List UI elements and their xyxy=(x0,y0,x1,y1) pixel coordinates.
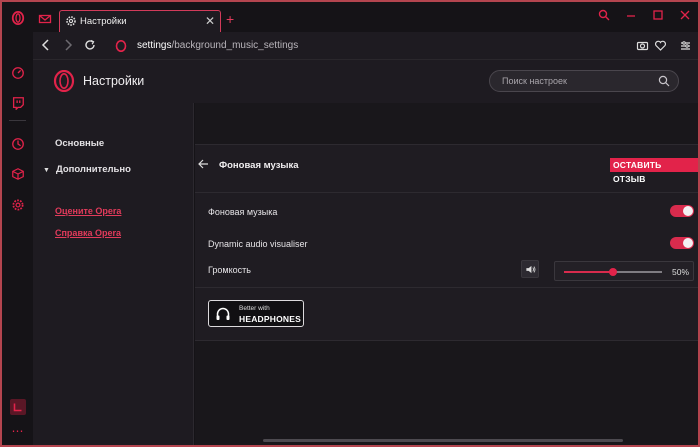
mail-icon[interactable] xyxy=(38,12,52,26)
background-music-toggle[interactable] xyxy=(670,205,694,217)
maximize-icon[interactable] xyxy=(652,9,664,21)
sidebar-item-label: Основные xyxy=(55,138,105,149)
headphones-icon xyxy=(216,307,230,320)
tab-title: Настройки xyxy=(80,16,127,27)
panel-header: Фоновая музыка ОСТАВИТЬ ОТЗЫВ xyxy=(195,145,698,193)
opera-logo-icon xyxy=(53,70,75,92)
history-icon[interactable] xyxy=(10,136,25,151)
settings-gear-icon[interactable] xyxy=(10,197,25,212)
sidebar-item-advanced[interactable]: ▼ Дополнительно xyxy=(43,164,131,175)
headphones-badge: Better with HEADPHONES xyxy=(208,300,304,327)
player-icon[interactable] xyxy=(10,399,26,415)
settings-header: Настройки Поиск настроек xyxy=(33,60,698,103)
tab-close-icon[interactable]: ✕ xyxy=(205,14,215,28)
url-path: /background_music_settings xyxy=(171,40,299,51)
minimize-icon[interactable] xyxy=(625,9,637,21)
badge-big-text: HEADPHONES xyxy=(239,314,301,324)
url-field[interactable]: settings/background_music_settings xyxy=(137,40,298,51)
opera-help-link[interactable]: Справка Opera xyxy=(55,228,121,238)
volume-value: 50% xyxy=(671,267,689,277)
sidebar-rail: ⋯ xyxy=(2,2,33,445)
volume-slider[interactable] xyxy=(564,268,662,276)
tab-settings[interactable]: Настройки ✕ xyxy=(59,10,221,32)
opera-menu-icon[interactable] xyxy=(10,10,25,25)
forward-icon[interactable] xyxy=(63,39,73,51)
search-input[interactable]: Поиск настроек xyxy=(489,70,679,92)
background-music-label: Фоновая музыка xyxy=(208,207,278,217)
audio-visualiser-label: Dynamic audio visualiser xyxy=(208,239,308,249)
feedback-button[interactable]: ОСТАВИТЬ ОТЗЫВ xyxy=(610,158,698,184)
speed-dial-icon[interactable] xyxy=(10,65,25,80)
volume-slider-fill xyxy=(564,271,613,273)
speaker-icon xyxy=(525,265,535,273)
divider xyxy=(195,287,698,288)
new-tab-button[interactable]: + xyxy=(226,11,234,27)
url-host: settings xyxy=(137,40,172,51)
volume-label: Громкость xyxy=(208,265,251,275)
search-placeholder: Поиск настроек xyxy=(502,76,567,86)
browser-window: ⋯ Настройки ✕ + settings/background_musi… xyxy=(0,0,700,447)
sidebar-item-basic[interactable]: Основные xyxy=(55,138,104,149)
badge-small-text: Better with xyxy=(239,305,270,312)
page-title: Настройки xyxy=(83,74,145,88)
horizontal-scrollbar[interactable] xyxy=(263,439,623,442)
tab-strip: Настройки ✕ + xyxy=(33,2,698,32)
toggle-knob xyxy=(683,206,693,216)
back-arrow-icon[interactable] xyxy=(197,158,209,170)
address-bar: settings/background_music_settings xyxy=(33,32,698,60)
snapshot-icon[interactable] xyxy=(636,39,649,52)
close-window-icon[interactable] xyxy=(679,9,691,21)
caret-down-icon: ▼ xyxy=(43,167,50,174)
search-icon xyxy=(658,75,670,87)
back-icon[interactable] xyxy=(41,39,51,51)
opera-logo-icon xyxy=(115,40,127,52)
heart-icon[interactable] xyxy=(654,39,667,52)
audio-visualiser-toggle[interactable] xyxy=(670,237,694,249)
twitch-icon[interactable] xyxy=(10,95,25,110)
background-music-panel: Фоновая музыка ОСТАВИТЬ ОТЗЫВ Фоновая му… xyxy=(195,144,698,341)
rate-opera-link[interactable]: Оцените Opera xyxy=(55,206,121,216)
volume-slider-thumb[interactable] xyxy=(609,268,617,276)
more-icon[interactable]: ⋯ xyxy=(10,423,25,438)
toggle-knob xyxy=(683,238,693,248)
search-tabs-icon[interactable] xyxy=(598,9,610,21)
extensions-icon[interactable] xyxy=(10,166,25,181)
gear-icon xyxy=(66,16,76,26)
easy-setup-icon[interactable] xyxy=(679,39,692,52)
sidebar-item-label: Дополнительно xyxy=(55,164,131,175)
settings-sidebar: Основные ▼ Дополнительно Оцените Opera Сп… xyxy=(33,103,194,445)
panel-title: Фоновая музыка xyxy=(219,160,299,171)
reload-icon[interactable] xyxy=(84,39,96,51)
mute-button[interactable] xyxy=(521,260,539,278)
settings-main: Фоновая музыка ОСТАВИТЬ ОТЗЫВ Фоновая му… xyxy=(195,103,698,445)
volume-control: 50% xyxy=(554,261,694,281)
